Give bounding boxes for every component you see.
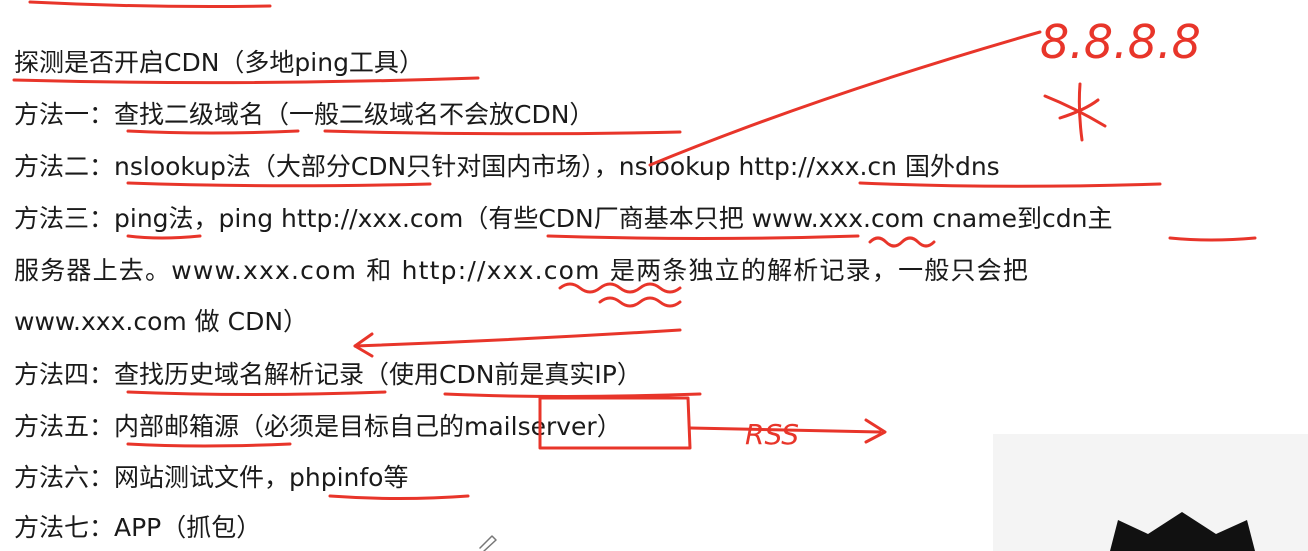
cross-mark-c <box>1058 98 1100 120</box>
heading-cdn-detect: 探测是否开启CDN（多地ping工具） <box>14 48 424 77</box>
dns-note-text: 8.8.8.8 <box>1040 15 1201 69</box>
back-arrowhead <box>353 332 374 358</box>
crown-icon <box>1110 512 1255 551</box>
method-3-continued-line: 服务器上去。www.xxx.com 和 http://xxx.com 是两条独立… <box>14 256 1030 285</box>
method-3-tail-line: www.xxx.com 做 CDN） <box>14 307 309 336</box>
method-4-line: 方法四：查找历史域名解析记录（使用CDN前是真实IP） <box>14 360 642 389</box>
method-5-line: 方法五：内部邮箱源（必须是目标自己的mailserver） <box>14 412 622 441</box>
slide-page: 探测是否开启CDN（多地ping工具） 方法一：查找二级域名（一般二级域名不会放… <box>0 0 1308 551</box>
method-3-line: 方法三：ping法，ping http://xxx.com（有些CDN厂商基本只… <box>14 204 1113 233</box>
m6-underline <box>328 494 470 500</box>
cross-mark-b <box>1077 82 1084 142</box>
m4-underline-b <box>443 392 702 398</box>
m3-squiggle-www <box>868 236 936 248</box>
mail-arrow <box>688 426 882 434</box>
mail-arrowhead <box>864 418 887 444</box>
m2-underline-b <box>858 181 1162 188</box>
l4-squiggle-xxx-2 <box>598 296 682 308</box>
back-arrow <box>353 328 682 348</box>
header-underline-remnant <box>28 0 272 8</box>
m1-underline-b <box>323 129 682 136</box>
method-6-line: 方法六：网站测试文件，phpinfo等 <box>14 463 409 492</box>
pen-cursor <box>479 535 497 551</box>
m1-underline-a <box>126 129 300 135</box>
mail-note-text: RSS <box>745 418 799 451</box>
m3-underline-a <box>126 234 202 240</box>
dns-arrow-curve <box>648 30 1042 167</box>
m3-underline-cdn <box>1168 236 1257 242</box>
cross-mark-a <box>1043 94 1107 128</box>
m2-underline-a <box>126 181 432 188</box>
method-1-line: 方法一：查找二级域名（一般二级域名不会放CDN） <box>14 100 595 129</box>
heading-underline <box>12 76 480 85</box>
method-2-line: 方法二：nslookup法（大部分CDN只针对国内市场），nslookup ht… <box>14 152 1000 181</box>
m5-underline-a <box>126 442 292 448</box>
m3-underline-b <box>546 234 860 240</box>
m4-underline-a <box>126 390 387 396</box>
method-7-line: 方法七：APP（抓包） <box>14 513 262 542</box>
